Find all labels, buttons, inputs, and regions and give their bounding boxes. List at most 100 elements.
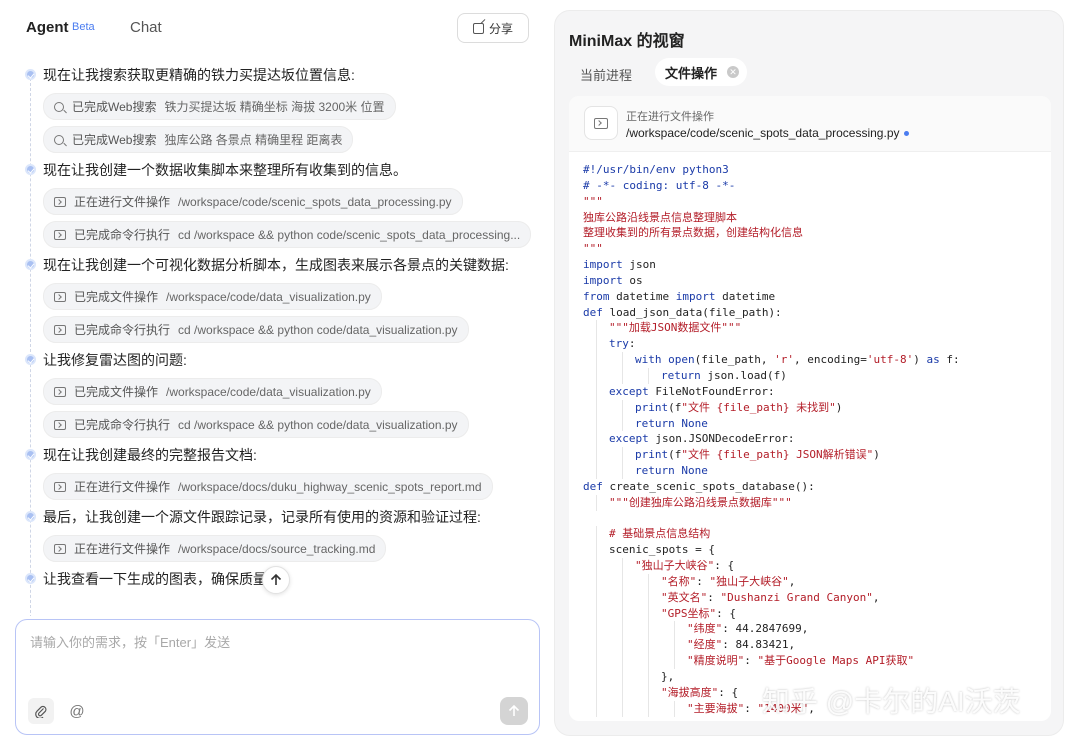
code-text: try: [609, 337, 636, 351]
paperclip-icon [35, 705, 47, 718]
chip-status: 已完成命令行执行 [74, 323, 171, 337]
code-line: scenic_spots = { [583, 542, 1043, 559]
code-text: """ [583, 242, 603, 256]
step-check-icon [25, 69, 36, 80]
tab-file-operations[interactable]: 文件操作 ✕ [655, 58, 748, 86]
chat-panel: Agent Beta Chat 分享 现在让我搜索获取更精确的铁力买提达坂位置信… [0, 0, 548, 744]
step-check-icon [25, 449, 36, 460]
terminal-icon [54, 324, 66, 335]
code-line: try: [583, 336, 1043, 353]
search-icon [54, 101, 64, 112]
chip-status: 正在进行文件操作 [74, 542, 171, 556]
chip-status: 已完成文件操作 [74, 290, 159, 304]
code-line: from datetime import datetime [583, 289, 1043, 305]
code-line: """ [583, 241, 1043, 257]
share-label: 分享 [488, 21, 513, 36]
top-bar: Agent Beta Chat 分享 [0, 0, 548, 56]
chip-detail: /workspace/docs/source_tracking.md [178, 541, 376, 556]
code-text: print(f"文件 {file_path} JSON解析错误") [635, 448, 880, 462]
chip-detail: cd /workspace && python code/data_visual… [178, 417, 458, 432]
active-dot [903, 131, 909, 137]
beta-badge: Beta [72, 21, 95, 33]
code-line: with open(file_path, 'r', encoding='utf-… [583, 352, 1043, 368]
chip-status: 已完成文件操作 [74, 385, 159, 399]
timeline-line [30, 78, 31, 616]
code-line: except json.JSONDecodeError: [583, 431, 1043, 448]
step-action-chip[interactable]: 正在进行文件操作/workspace/docs/duku_highway_sce… [43, 473, 493, 500]
step-title: 让我查看一下生成的图表，确保质量: [43, 571, 271, 587]
code-text: 整理收集到的所有景点数据，创建结构化信息 [583, 226, 803, 240]
scroll-up-button[interactable] [262, 566, 290, 594]
code-text: "纬度": 44.2847699, [687, 622, 809, 636]
code-line: # -*- coding: utf-8 -*- [583, 178, 1043, 194]
file-viewer: 正在进行文件操作 /workspace/code/scenic_spots_da… [569, 96, 1051, 721]
code-line: 独库公路沿线景点信息整理脚本 [583, 210, 1043, 226]
chip-detail: /workspace/code/data_visualization.py [166, 289, 371, 304]
code-line: #!/usr/bin/env python3 [583, 162, 1043, 178]
attach-button[interactable] [28, 698, 54, 724]
step-check-icon [25, 164, 36, 175]
code-text: "英文名": "Dushanzi Grand Canyon", [661, 590, 880, 604]
file-header: 正在进行文件操作 /workspace/code/scenic_spots_da… [569, 96, 1051, 152]
code-text: #!/usr/bin/env python3 [583, 163, 729, 176]
terminal-icon [54, 543, 66, 554]
code-line: def load_json_data(file_path): [583, 305, 1043, 321]
code-text: return json.load(f) [661, 368, 787, 382]
step-action-chip[interactable]: 正在进行文件操作/workspace/docs/source_tracking.… [43, 535, 387, 562]
step-action-chip[interactable]: 已完成文件操作/workspace/code/data_visualizatio… [43, 283, 382, 310]
step-check-icon [25, 354, 36, 365]
code-text: # -*- coding: utf-8 -*- [583, 178, 736, 192]
terminal-icon [54, 481, 66, 492]
close-tab-icon[interactable]: ✕ [727, 66, 740, 78]
step-check-icon [25, 259, 36, 270]
mention-button[interactable]: @ [64, 698, 90, 724]
step-action-chip[interactable]: 已完成命令行执行 cd /workspace && python code/sce… [43, 221, 532, 248]
code-text: }, [661, 670, 675, 683]
share-button[interactable]: 分享 [457, 13, 529, 43]
step-action-chip[interactable]: 已完成命令行执行 cd /workspace && python code/dat… [43, 316, 469, 343]
chip-detail: 独库公路 各景点 精确里程 距离表 [164, 133, 343, 147]
chip-status: 正在进行文件操作 [74, 480, 171, 494]
message-input[interactable] [30, 632, 520, 682]
code-line: "纬度": 44.2847699, [583, 621, 1043, 638]
chip-status: 已完成Web搜索 [72, 100, 157, 114]
code-line: import os [583, 273, 1043, 289]
code-text: "经度": 84.83421, [687, 638, 796, 652]
chip-status: 已完成Web搜索 [72, 133, 157, 147]
step-action-chip[interactable]: 已完成命令行执行 cd /workspace && python code/dat… [43, 411, 469, 438]
step-title: 现在让我搜索获取更精确的铁力买提达坂位置信息: [43, 67, 355, 83]
file-status: 正在进行文件操作 [626, 111, 714, 123]
code-line: "英文名": "Dushanzi Grand Canyon", [583, 589, 1043, 606]
tab-current-process[interactable]: 当前进程 [580, 65, 632, 84]
chip-status: 已完成命令行执行 [74, 418, 171, 432]
file-path: /workspace/code/scenic_spots_data_proces… [626, 126, 909, 140]
code-line: print(f"文件 {file_path} JSON解析错误") [583, 447, 1043, 464]
tab-agent[interactable]: Agent [26, 19, 69, 36]
code-text: "精度说明": "基于Google Maps API获取" [687, 654, 915, 668]
agent-view-panel: MiniMax 的视窗 当前进程 文件操作 ✕ 正在进行文件操作 /worksp… [554, 10, 1064, 736]
code-line: "精度说明": "基于Google Maps API获取" [583, 653, 1043, 669]
code-text: except FileNotFoundError: [609, 384, 775, 398]
code-text: import json [583, 258, 656, 272]
code-text: return None [635, 416, 708, 430]
step-action-chip[interactable]: 正在进行文件操作/workspace/code/scenic_spots_dat… [43, 188, 463, 215]
chip-status: 已完成命令行执行 [74, 228, 171, 242]
step-action-chip[interactable]: 已完成Web搜索 铁力买提达坂 精确坐标 海拔 3200米 位置 [43, 93, 396, 120]
code-text: """加载JSON数据文件""" [609, 321, 742, 335]
send-button[interactable] [500, 697, 528, 725]
code-text: except json.JSONDecodeError: [609, 432, 795, 446]
code-text: from datetime import datetime [583, 289, 776, 303]
step-title: 现在让我创建一个数据收集脚本来整理所有收集到的信息。 [43, 162, 407, 178]
code-line: print(f"文件 {file_path} 未找到") [583, 399, 1043, 416]
step-action-chip[interactable]: 已完成Web搜索 独库公路 各景点 精确里程 距离表 [43, 126, 354, 153]
code-line: "GPS坐标": { [583, 605, 1043, 622]
code-text: import os [583, 273, 643, 287]
step-action-chip[interactable]: 已完成文件操作/workspace/code/data_visualizatio… [43, 378, 382, 405]
file-path-text: /workspace/code/scenic_spots_data_proces… [626, 126, 900, 140]
chip-detail: cd /workspace && python code/data_visual… [178, 322, 458, 337]
arrow-up-icon [270, 573, 282, 585]
code-text: "名称": "独山子大峡谷", [661, 574, 796, 588]
code-line: """创建独库公路沿线景点数据库""" [583, 494, 1043, 511]
tab-chat[interactable]: Chat [130, 19, 162, 36]
